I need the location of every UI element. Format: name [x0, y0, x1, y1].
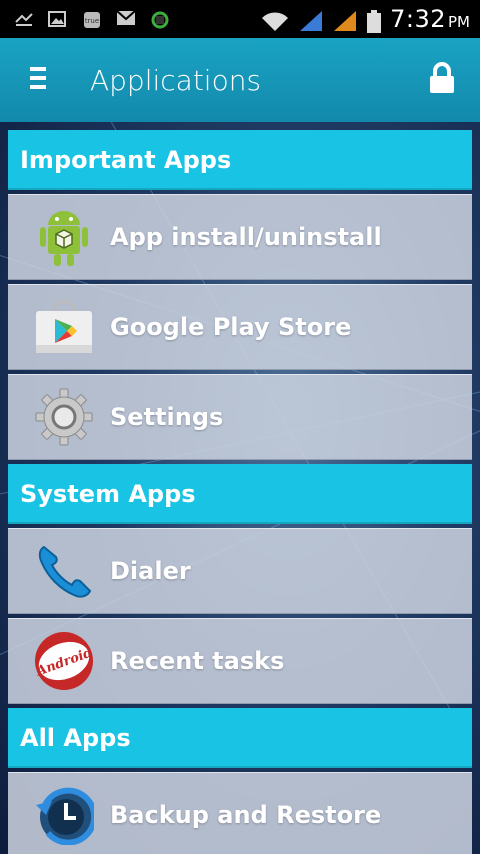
list-item-play-store[interactable]: Google Play Store [8, 284, 472, 370]
battery-icon [366, 10, 382, 33]
section-header-system: System Apps [8, 464, 472, 524]
missed-call-icon [14, 10, 34, 28]
wifi-icon [260, 10, 290, 31]
svg-text:true: true [85, 17, 99, 25]
list-item-dialer[interactable]: Dialer [8, 528, 472, 614]
phone-icon [32, 539, 96, 603]
section-header-all: All Apps [8, 708, 472, 768]
page-title: Applications [90, 63, 262, 97]
gmail-icon [116, 10, 136, 28]
section-header-important: Important Apps [8, 130, 472, 190]
signal-icon [332, 10, 358, 31]
app-label: App install/uninstall [110, 223, 382, 251]
gear-icon [32, 385, 96, 449]
android-robot-icon [32, 205, 96, 269]
list-item-settings[interactable]: Settings [8, 374, 472, 460]
status-bar: true 7:32 PM [0, 0, 480, 38]
app-label: Recent tasks [110, 647, 285, 675]
app-label: Google Play Store [110, 313, 352, 341]
lock-button[interactable] [412, 38, 472, 122]
section-title: System Apps [20, 480, 196, 508]
list-item-backup-restore[interactable]: Backup and Restore [8, 772, 472, 854]
menu-icon [30, 66, 46, 94]
time-text: 7:32 [390, 5, 446, 33]
lock-icon [428, 62, 456, 98]
notification-icon: true [82, 10, 102, 28]
list-item-app-install[interactable]: App install/uninstall [8, 194, 472, 280]
menu-button[interactable] [10, 38, 66, 122]
backup-clock-icon [32, 783, 96, 847]
app-label: Settings [110, 403, 224, 431]
section-title: Important Apps [20, 146, 232, 174]
list-item-recent-tasks[interactable]: Android Recent tasks [8, 618, 472, 704]
play-store-icon [32, 295, 96, 359]
content-area: Important Apps App install/uninstall Goo… [0, 122, 480, 854]
android-badge-icon: Android [32, 629, 96, 693]
app-list: Important Apps App install/uninstall Goo… [8, 130, 472, 854]
sync-icon [150, 10, 170, 29]
signal-icon [298, 10, 324, 31]
app-label: Backup and Restore [110, 801, 382, 829]
app-bar: Applications [0, 38, 480, 122]
ampm-text: PM [448, 13, 470, 31]
app-label: Dialer [110, 557, 191, 585]
section-title: All Apps [20, 724, 131, 752]
gallery-icon [48, 10, 68, 28]
status-time: 7:32 PM [390, 5, 470, 33]
